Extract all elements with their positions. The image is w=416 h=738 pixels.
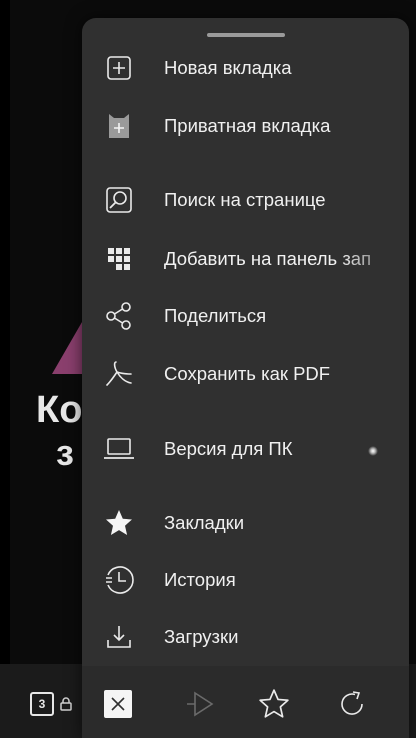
bookmarks-star-icon bbox=[103, 507, 135, 539]
menu-item-share[interactable]: Поделиться bbox=[82, 292, 409, 340]
close-icon bbox=[104, 690, 132, 718]
menu-item-new-tab[interactable]: Новая вкладка bbox=[82, 44, 409, 92]
share-icon bbox=[103, 300, 135, 332]
menu-item-downloads[interactable]: Загрузки bbox=[82, 613, 409, 661]
private-tab-icon bbox=[103, 110, 135, 142]
forward-button[interactable] bbox=[184, 688, 216, 720]
menu-item-save-pdf[interactable]: Сохранить как PDF bbox=[82, 350, 409, 398]
menu-item-desktop-version[interactable]: Версия для ПК bbox=[82, 425, 409, 473]
pdf-icon bbox=[103, 358, 135, 390]
menu-item-add-to-panel[interactable]: Добавить на панель зап bbox=[82, 235, 409, 283]
refresh-icon bbox=[341, 691, 363, 715]
star-icon bbox=[259, 689, 289, 718]
history-clock-icon bbox=[103, 564, 135, 596]
add-to-panel-grid-icon bbox=[103, 243, 135, 275]
menu-item-label: Добавить на панель зап bbox=[164, 248, 409, 270]
downloads-icon bbox=[103, 621, 135, 653]
menu-item-find-in-page[interactable]: Поиск на странице bbox=[82, 176, 409, 224]
menu-item-label: Закладки bbox=[164, 512, 245, 533]
menu-item-label: Загрузки bbox=[164, 626, 239, 647]
tab-count-button[interactable]: 3 bbox=[30, 692, 54, 716]
browser-menu-sheet: Новая вкладка Приватная вкладка Поиск на… bbox=[82, 18, 409, 738]
refresh-button[interactable] bbox=[336, 688, 368, 720]
desktop-toggle-indicator[interactable] bbox=[368, 446, 378, 456]
desktop-laptop-icon bbox=[103, 433, 135, 465]
add-bookmark-button[interactable] bbox=[258, 688, 290, 720]
menu-item-label: Поиск на странице bbox=[164, 189, 326, 210]
menu-item-history[interactable]: История bbox=[82, 556, 409, 604]
background-heading-line2: з bbox=[56, 432, 74, 473]
menu-item-label: Сохранить как PDF bbox=[164, 363, 331, 384]
background-left-strip bbox=[0, 0, 10, 738]
new-tab-plus-icon bbox=[103, 52, 135, 84]
menu-item-bookmarks[interactable]: Закладки bbox=[82, 499, 409, 547]
find-in-page-icon bbox=[103, 184, 135, 216]
menu-item-label: Приватная вкладка bbox=[164, 115, 331, 136]
close-menu-button[interactable] bbox=[102, 688, 134, 720]
forward-icon bbox=[187, 691, 214, 717]
menu-item-label: Версия для ПК bbox=[164, 438, 293, 459]
menu-item-label: Новая вкладка bbox=[164, 57, 292, 78]
menu-toolbar bbox=[82, 666, 409, 738]
menu-item-label: Поделиться bbox=[164, 305, 267, 326]
background-heading-line1: Ко bbox=[36, 389, 83, 431]
sheet-drag-handle[interactable] bbox=[207, 33, 285, 37]
menu-item-label: История bbox=[164, 569, 236, 590]
menu-item-private-tab[interactable]: Приватная вкладка bbox=[82, 102, 409, 150]
label-fade bbox=[339, 248, 409, 270]
lock-icon bbox=[60, 697, 72, 711]
